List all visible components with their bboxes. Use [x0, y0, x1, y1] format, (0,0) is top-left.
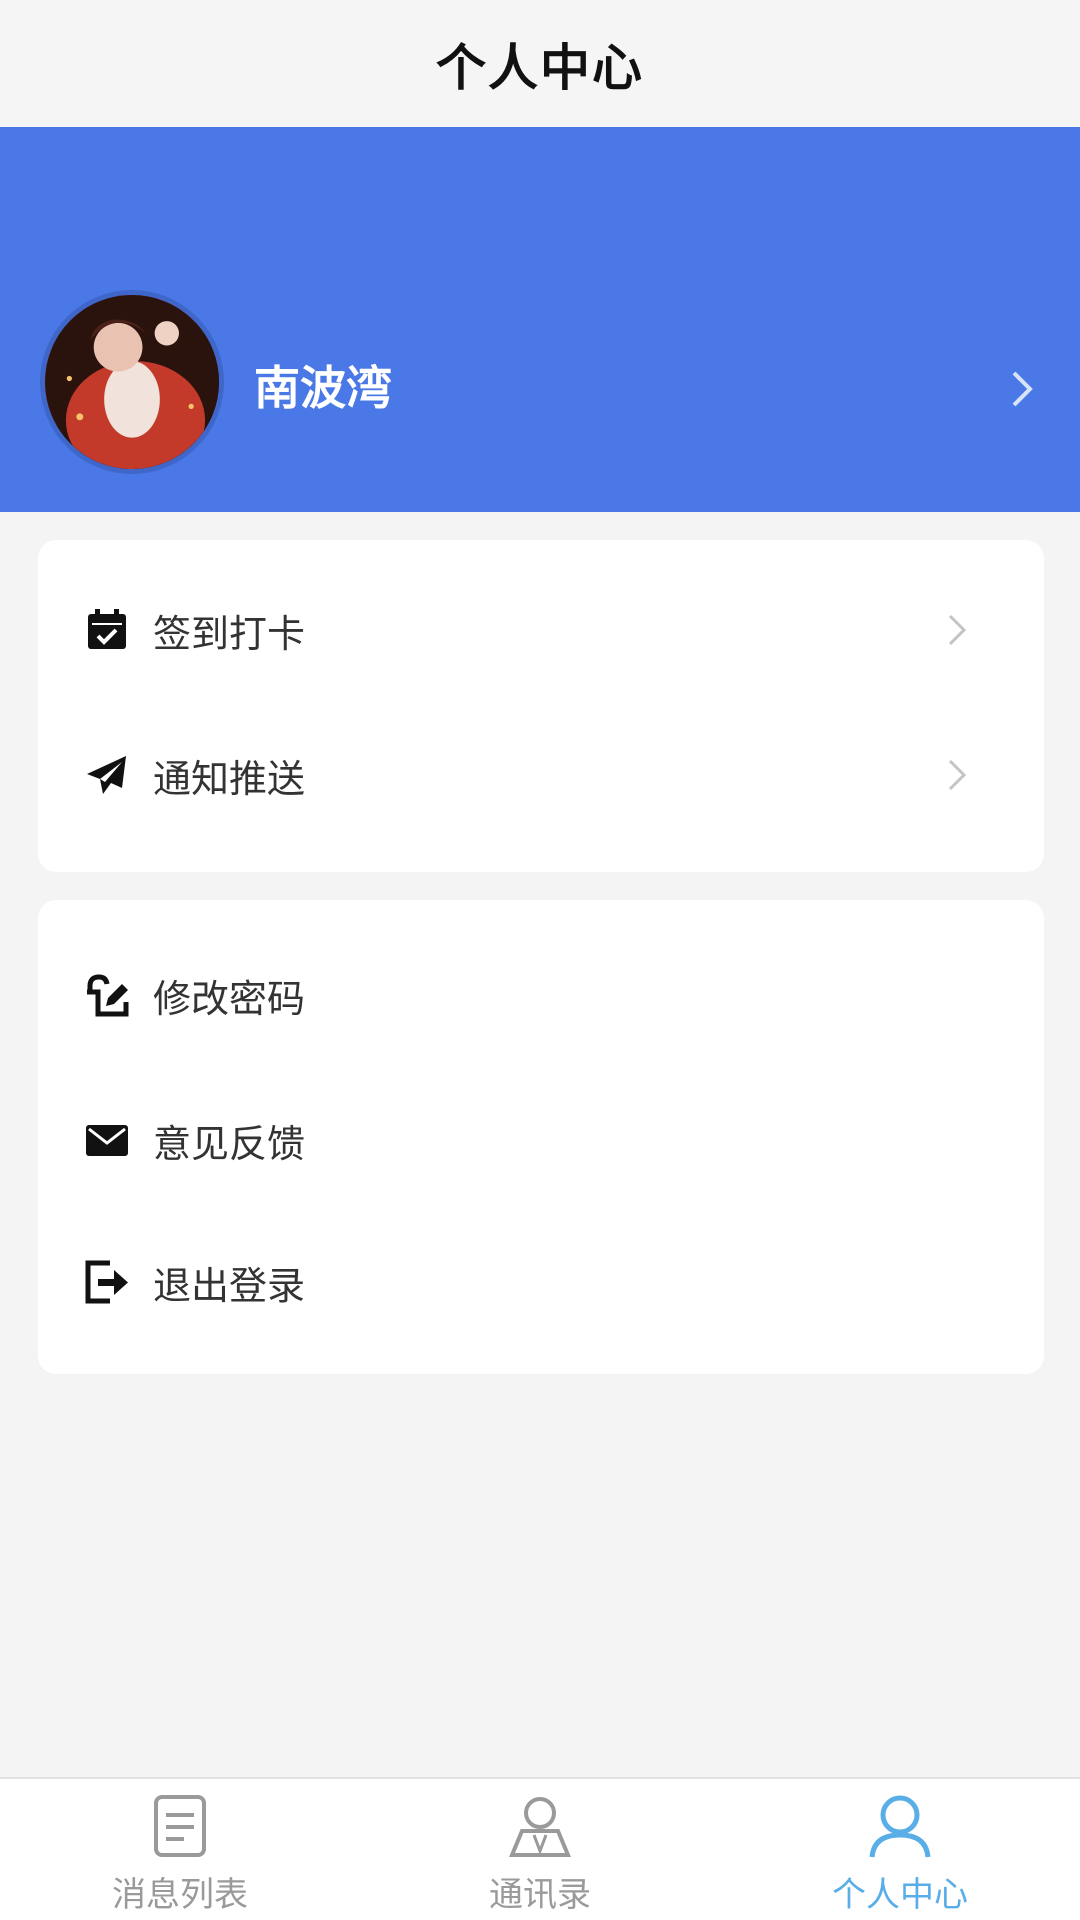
avatar-photo-icon	[45, 295, 219, 469]
document-list-icon	[154, 1795, 206, 1857]
sign-out-icon	[85, 1260, 128, 1304]
envelope-icon	[86, 1125, 128, 1156]
tab-label-contacts: 通讯录	[489, 1875, 591, 1915]
tab-contacts[interactable]: 通讯录	[360, 1779, 720, 1920]
chevron-right-icon	[948, 759, 967, 791]
personal-center-page: 个人中心 南波湾 签到打卡 通知推送 修改密码 意见反馈 退出登录 消息列表 通…	[0, 0, 1080, 1920]
menu-label-feedback: 意见反馈	[153, 1121, 306, 1166]
profile-banner[interactable]: 南波湾	[0, 127, 1080, 512]
tab-messages[interactable]: 消息列表	[0, 1779, 360, 1920]
menu-label-logout: 退出登录	[153, 1263, 306, 1308]
page-title: 个人中心	[436, 38, 644, 97]
menu-label-notification: 通知推送	[153, 756, 306, 801]
menu-card-secondary: 修改密码 意见反馈 退出登录	[38, 900, 1044, 1374]
bottom-tab-bar: 消息列表 通讯录 个人中心	[0, 1777, 1080, 1920]
menu-label-change-password: 修改密码	[153, 976, 306, 1021]
menu-item-feedback[interactable]: 意见反馈	[38, 1085, 1044, 1195]
calendar-check-icon	[88, 609, 126, 649]
chevron-right-icon	[948, 614, 967, 646]
profile-name: 南波湾	[254, 361, 392, 415]
menu-card-primary: 签到打卡 通知推送	[38, 540, 1044, 872]
chevron-right-icon	[1012, 371, 1033, 407]
paper-plane-icon	[87, 756, 126, 794]
menu-item-logout[interactable]: 退出登录	[38, 1227, 1044, 1337]
edit-lock-icon	[87, 974, 129, 1017]
user-icon	[869, 1795, 931, 1858]
menu-label-checkin: 签到打卡	[153, 611, 306, 656]
tab-personal-center[interactable]: 个人中心	[720, 1779, 1080, 1920]
menu-item-change-password[interactable]: 修改密码	[38, 940, 1044, 1050]
contacts-icon	[509, 1797, 571, 1857]
menu-item-checkin[interactable]: 签到打卡	[38, 575, 1044, 685]
avatar[interactable]	[40, 290, 224, 474]
tab-label-personal-center: 个人中心	[832, 1875, 968, 1915]
tab-label-messages: 消息列表	[112, 1875, 248, 1915]
navigation-bar: 个人中心	[0, 0, 1080, 127]
menu-item-notification[interactable]: 通知推送	[38, 720, 1044, 830]
